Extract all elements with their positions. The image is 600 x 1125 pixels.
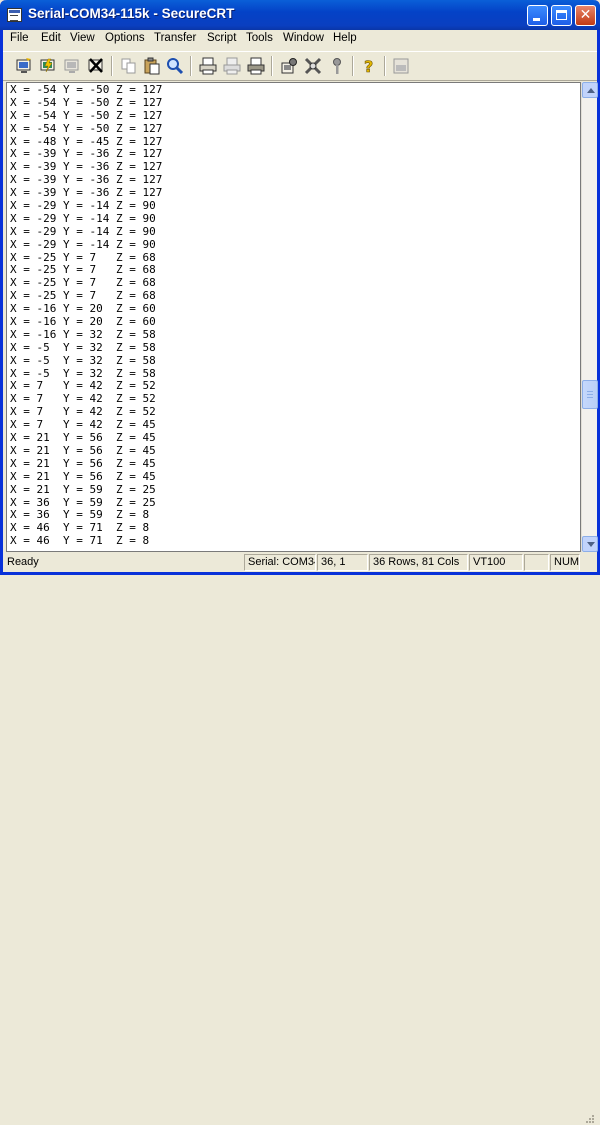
terminal-line: X = -29 Y = -14 Z = 90: [10, 224, 156, 238]
maximize-icon: [556, 10, 567, 20]
terminal-line: X = -29 Y = -14 Z = 90: [10, 211, 156, 225]
scroll-down-button[interactable]: [582, 536, 598, 552]
close-icon: ✕: [579, 7, 592, 23]
menu-tools[interactable]: Tools: [246, 32, 273, 44]
keymap-icon[interactable]: [328, 57, 346, 75]
sftp-icon[interactable]: [392, 57, 410, 75]
global-options-icon[interactable]: [304, 57, 322, 75]
terminal-line: X = -54 Y = -50 Z = 127: [10, 95, 163, 109]
copy-icon[interactable]: [120, 57, 138, 75]
toolbar-separator: [111, 56, 113, 76]
status-ready-text: Ready: [7, 556, 39, 568]
terminal-line: X = -16 Y = 32 Z = 58: [10, 327, 156, 341]
close-button[interactable]: ✕: [575, 5, 596, 26]
arrow-down-icon: [587, 542, 595, 547]
status-numlock: NUM: [550, 554, 580, 571]
terminal-line: X = -5 Y = 32 Z = 58: [10, 340, 156, 354]
print-screen-icon[interactable]: [199, 57, 217, 75]
toolbar: ?: [3, 51, 597, 81]
disconnect-icon[interactable]: [87, 57, 105, 75]
app-window: Serial-COM34-115k - SecureCRT ✕ File Edi…: [0, 0, 600, 1123]
maximize-button[interactable]: [551, 5, 572, 26]
toolbar-separator: [271, 56, 273, 76]
connect-icon[interactable]: [15, 57, 33, 75]
vertical-scrollbar[interactable]: [581, 82, 598, 552]
terminal-line: X = -29 Y = -14 Z = 90: [10, 199, 156, 213]
terminal-line: X = 21 Y = 56 Z = 45: [10, 469, 156, 483]
window-title: Serial-COM34-115k - SecureCRT: [28, 6, 235, 21]
scroll-up-button[interactable]: [582, 82, 598, 98]
arrow-up-icon: [587, 88, 595, 93]
terminal-line: X = 21 Y = 56 Z = 45: [10, 443, 156, 457]
menu-script[interactable]: Script: [207, 32, 236, 44]
toolbar-separator: [190, 56, 192, 76]
menu-transfer[interactable]: Transfer: [154, 32, 196, 44]
minimize-icon: [533, 18, 540, 21]
resize-grip-icon[interactable]: [583, 1114, 595, 1125]
status-connection: Serial: COM34: [244, 554, 316, 571]
help-icon[interactable]: ?: [360, 57, 378, 75]
paste-icon[interactable]: [143, 57, 161, 75]
terminal-line: X = -16 Y = 20 Z = 60: [10, 315, 156, 329]
status-cursor-position: 36, 1: [317, 554, 368, 571]
quick-connect-icon[interactable]: [39, 57, 57, 75]
status-emulation: VT100: [469, 554, 523, 571]
menu-help[interactable]: Help: [333, 32, 357, 44]
menu-window[interactable]: Window: [283, 32, 324, 44]
reconnect-icon[interactable]: [63, 57, 81, 75]
terminal-line: X = -5 Y = 32 Z = 58: [10, 353, 156, 367]
grip-line: [587, 394, 593, 395]
terminal-line: X = 21 Y = 56 Z = 45: [10, 456, 156, 470]
print-selection-icon[interactable]: [223, 57, 241, 75]
terminal-line: X = 21 Y = 56 Z = 45: [10, 431, 156, 445]
terminal-line: X = 46 Y = 71 Z = 8: [10, 534, 150, 548]
print-icon[interactable]: [247, 57, 265, 75]
terminal-line: X = -29 Y = -14 Z = 90: [10, 237, 156, 251]
securecrt-app-icon[interactable]: [7, 8, 22, 22]
toolbar-separator: [352, 56, 354, 76]
status-terminal-size: 36 Rows, 81 Cols: [369, 554, 468, 571]
status-blank: [524, 554, 549, 571]
menu-file[interactable]: File: [10, 32, 29, 44]
grip-line: [587, 391, 593, 392]
scrollbar-thumb[interactable]: [582, 380, 598, 409]
menu-edit[interactable]: Edit: [41, 32, 61, 44]
terminal-output: X = -54 Y = -50 Z = 127 X = -54 Y = -50 Z…: [10, 83, 163, 548]
svg-text:?: ?: [364, 57, 373, 75]
terminal-view[interactable]: X = -54 Y = -50 Z = 127 X = -54 Y = -50 Z…: [6, 82, 581, 552]
terminal-line: X = -54 Y = -50 Z = 127: [10, 83, 163, 96]
status-bar: Ready Serial: COM34 36, 1 36 Rows, 81 Co…: [3, 553, 597, 1123]
minimize-button[interactable]: [527, 5, 548, 26]
find-icon[interactable]: [166, 57, 184, 75]
menu-options[interactable]: Options: [105, 32, 145, 44]
terminal-line: X = -54 Y = -50 Z = 127: [10, 121, 163, 135]
menu-bar: File Edit View Options Transfer Script T…: [3, 30, 597, 50]
grip-line: [587, 397, 593, 398]
menu-view[interactable]: View: [70, 32, 95, 44]
terminal-line: X = 21 Y = 59 Z = 25: [10, 482, 156, 496]
toolbar-separator: [384, 56, 386, 76]
terminal-line: X = -54 Y = -50 Z = 127: [10, 108, 163, 122]
session-options-icon[interactable]: [280, 57, 298, 75]
title-bar[interactable]: Serial-COM34-115k - SecureCRT ✕: [0, 0, 600, 30]
